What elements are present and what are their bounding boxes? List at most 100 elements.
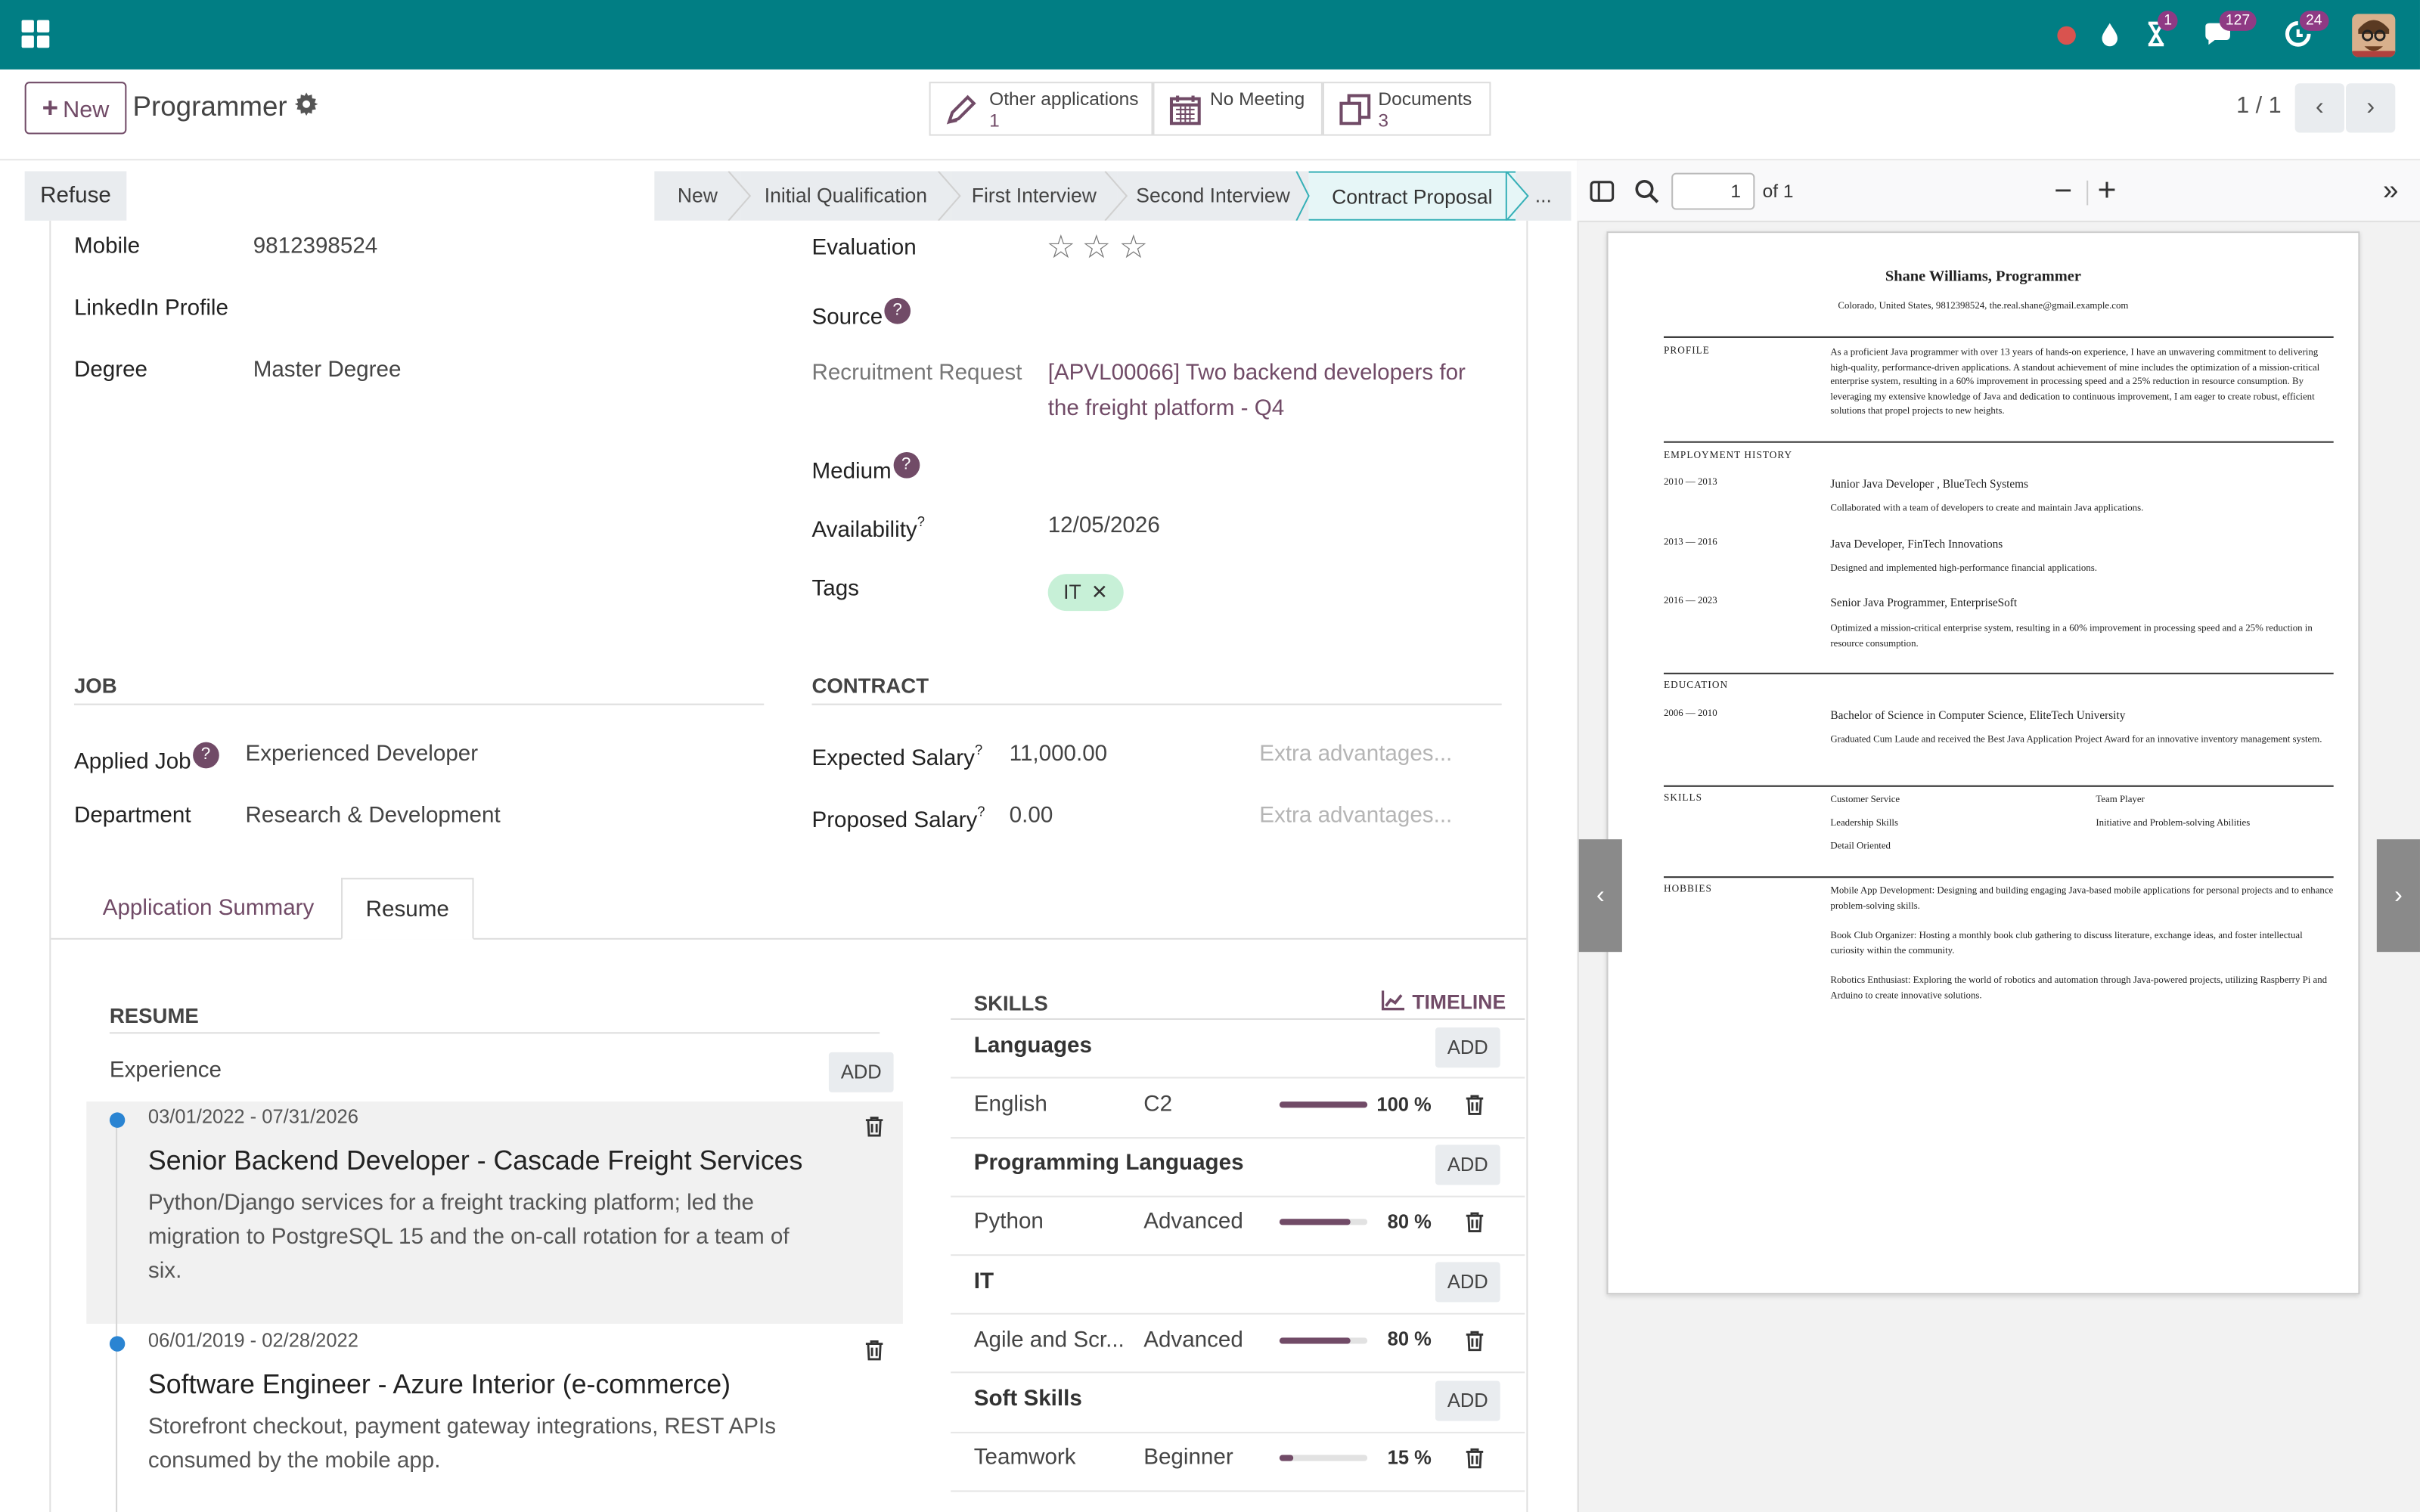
expected-extra-advantages-input[interactable]: Extra advantages...	[1259, 742, 1452, 767]
trash-icon[interactable]	[1465, 1447, 1485, 1473]
cv-hobby: Book Club Organizer: Hosting a monthly b…	[1830, 930, 2303, 956]
star-icon[interactable]: ☆	[1082, 228, 1111, 267]
tab-resume[interactable]: Resume	[341, 878, 474, 940]
timeline-dot	[109, 1336, 126, 1352]
pdf-page-input[interactable]: 1	[1671, 172, 1755, 210]
skill-level: Advanced	[1143, 1209, 1243, 1235]
stage-arrows	[728, 171, 1529, 221]
cv-name: Shane Williams, Programmer	[1885, 268, 2081, 286]
user-avatar[interactable]	[2352, 14, 2396, 57]
skill-progress-fill	[1279, 1337, 1350, 1344]
proposed-salary-label: Proposed Salary?	[811, 804, 985, 834]
availability-field[interactable]: 12/05/2026	[1048, 514, 1160, 539]
applied-job-field[interactable]: Experienced Developer	[245, 742, 478, 767]
recruitment-request-link-line2[interactable]: the freight platform - Q4	[1048, 396, 1284, 421]
cv-profile-label: PROFILE	[1663, 345, 1710, 357]
resume-section-title: RESUME	[109, 1004, 199, 1028]
zoom-in-icon[interactable]: +	[2097, 173, 2116, 210]
meeting-button[interactable]: No Meeting	[1153, 82, 1323, 136]
star-icon[interactable]: ☆	[1047, 228, 1075, 267]
skills-section-title: SKILLS	[973, 992, 1048, 1015]
new-button[interactable]: + New	[24, 82, 127, 135]
cv-job-desc: Optimized a mission-critical enterprise …	[1830, 623, 2313, 649]
zoom-out-icon[interactable]: −	[2054, 175, 2072, 210]
help-icon[interactable]: ?	[884, 297, 911, 324]
timeline-button[interactable]: TIMELINE	[1381, 990, 1506, 1014]
add-skill-button[interactable]: ADD	[1435, 1380, 1500, 1421]
activity-clock-icon[interactable]: 1	[2141, 11, 2179, 49]
resume-entry-title[interactable]: Software Engineer - Azure Interior (e-co…	[148, 1368, 731, 1401]
resume-entry-description: Python/Django services for a freight tra…	[147, 1191, 790, 1284]
mobile-field[interactable]: 9812398524	[253, 234, 378, 259]
skill-progress-label: 80 %	[1387, 1211, 1432, 1233]
timeline-dot	[109, 1112, 126, 1128]
skill-name: Teamwork	[973, 1445, 1076, 1470]
next-record-button[interactable]: ›	[2346, 83, 2396, 133]
add-experience-button[interactable]: ADD	[828, 1052, 894, 1092]
gear-icon[interactable]	[294, 92, 318, 122]
add-skill-button[interactable]: ADD	[1435, 1262, 1500, 1303]
trash-icon[interactable]	[1465, 1330, 1485, 1356]
cv-skill: Team Player	[2096, 795, 2145, 806]
help-icon[interactable]: ?	[892, 451, 920, 479]
resume-entry-description: Storefront checkout, payment gateway int…	[147, 1414, 777, 1473]
add-skill-button[interactable]: ADD	[1435, 1027, 1500, 1068]
linkedin-field[interactable]	[253, 290, 747, 327]
droplet-icon[interactable]	[2094, 18, 2125, 49]
trash-icon[interactable]	[1465, 1211, 1485, 1238]
trash-icon[interactable]	[864, 1115, 885, 1142]
cv-job-desc: Designed and implemented high-performanc…	[1830, 562, 2097, 575]
pdf-next-page-button[interactable]: ›	[2376, 839, 2420, 953]
department-field[interactable]: Research & Development	[245, 804, 500, 829]
cv-edu-title: Bachelor of Science in Computer Science,…	[1830, 708, 2126, 723]
star-icon[interactable]: ☆	[1119, 228, 1148, 267]
trash-icon[interactable]	[864, 1339, 885, 1365]
skill-progress-label: 15 %	[1387, 1447, 1432, 1469]
tools-menu-icon[interactable]: »	[2383, 175, 2398, 207]
skill-level: C2	[1143, 1092, 1173, 1117]
add-skill-button[interactable]: ADD	[1435, 1145, 1500, 1185]
cv-job-title: Junior Java Developer , BlueTech Systems	[1830, 476, 2029, 491]
calendar-icon	[1169, 95, 1201, 125]
skill-progress-bar	[1279, 1101, 1368, 1108]
sidebar-toggle-icon[interactable]	[1590, 179, 1615, 212]
cv-job-years: 2016 — 2023	[1663, 595, 1717, 607]
pdf-prev-page-button[interactable]: ‹	[1578, 839, 1622, 953]
help-icon[interactable]: ?	[192, 742, 219, 769]
cv-skills-label: SKILLS	[1663, 792, 1703, 804]
documents-icon	[1339, 94, 1371, 125]
skill-group-title: Programming Languages	[973, 1151, 1244, 1176]
skill-name: Agile and Scr...	[973, 1328, 1125, 1353]
recruitment-request-link-line1[interactable]: [APVL00066] Two backend developers for	[1048, 361, 1466, 386]
record-pager: 1 / 1	[2236, 92, 2282, 119]
proposed-extra-advantages-input[interactable]: Extra advantages...	[1259, 804, 1452, 829]
app-menu-icon[interactable]	[21, 20, 50, 48]
applied-job-label: Applied Job?	[74, 742, 219, 774]
resume-entry-title[interactable]: Senior Backend Developer - Cascade Freig…	[148, 1145, 802, 1177]
updates-icon[interactable]: 24	[2282, 11, 2328, 49]
documents-button[interactable]: Documents 3	[1322, 82, 1491, 136]
degree-field[interactable]: Master Degree	[253, 358, 402, 383]
cv-skill: Leadership Skills	[1830, 817, 1898, 829]
close-icon[interactable]: ✕	[1091, 580, 1108, 603]
proposed-salary-field[interactable]: 0.00	[1010, 804, 1053, 829]
cv-rule	[1663, 672, 2334, 674]
search-icon[interactable]	[1634, 179, 1659, 212]
tags-label: Tags	[811, 577, 859, 602]
tab-application-summary[interactable]: Application Summary	[76, 878, 341, 940]
expected-salary-field[interactable]: 11,000.00	[1010, 742, 1107, 767]
cv-education-label: EDUCATION	[1663, 680, 1729, 692]
messages-icon[interactable]: 127	[2202, 11, 2257, 49]
resume-entry-dates: 06/01/2019 - 02/28/2022	[147, 1330, 358, 1352]
recording-dot-icon[interactable]	[2051, 18, 2082, 49]
trash-icon[interactable]	[1465, 1094, 1485, 1120]
cv-hobby: Robotics Enthusiast: Exploring the world…	[1830, 974, 2328, 1001]
skill-level: Beginner	[1143, 1445, 1233, 1470]
meeting-label: No Meeting	[1209, 88, 1305, 110]
tag-label: IT	[1063, 580, 1081, 603]
skill-progress-label: 100 %	[1376, 1093, 1432, 1116]
previous-record-button[interactable]: ‹	[2294, 83, 2344, 133]
refuse-button[interactable]: Refuse	[24, 171, 127, 221]
other-applications-button[interactable]: Other applications 1	[929, 82, 1153, 136]
job-section-divider	[73, 703, 765, 705]
